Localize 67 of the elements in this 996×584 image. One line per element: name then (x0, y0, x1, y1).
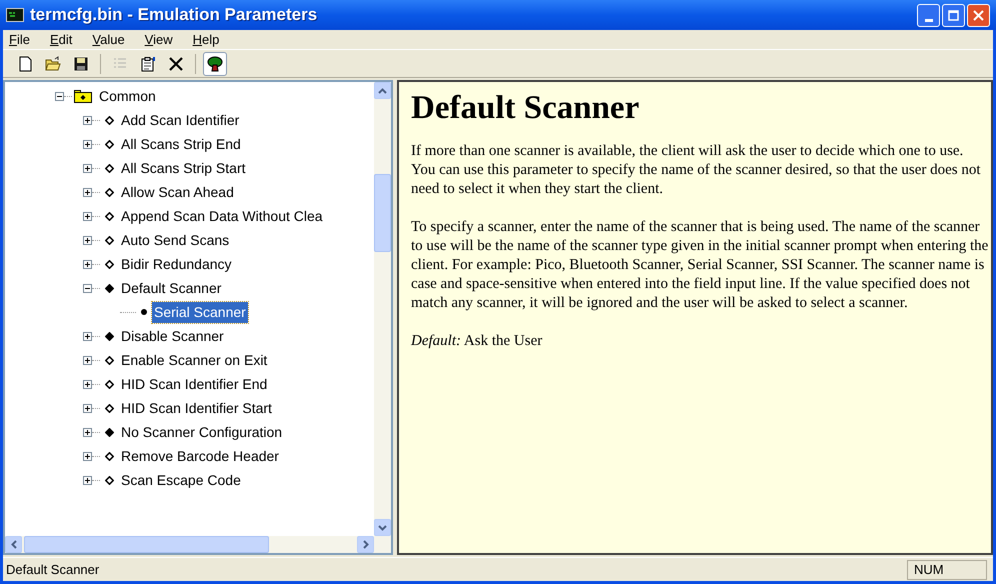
tree-item[interactable]: Bidir Redundancy (119, 254, 234, 274)
clipboard-icon (140, 56, 156, 72)
maximize-icon (948, 10, 959, 20)
expand-icon[interactable] (83, 140, 92, 148)
close-icon (973, 10, 984, 20)
terminal-icon (6, 8, 24, 22)
expand-icon[interactable] (83, 260, 92, 268)
scroll-down-button[interactable] (374, 519, 391, 536)
tree-button[interactable] (203, 52, 227, 76)
maximize-button[interactable] (942, 4, 965, 26)
tree-icon (207, 56, 223, 72)
close-icon (168, 56, 184, 72)
help-heading: Default Scanner (411, 89, 640, 128)
menu-item[interactable]: Value (89, 30, 128, 50)
tree-item[interactable]: Enable Scanner on Exit (119, 350, 270, 370)
document-icon (17, 56, 33, 72)
menu-item[interactable]: Help (190, 30, 222, 50)
expand-icon[interactable] (83, 236, 92, 244)
collapse-icon[interactable] (83, 284, 92, 292)
folder-icon (74, 90, 92, 102)
tree-item[interactable]: Disable Scanner (119, 326, 226, 346)
minimize-button[interactable] (917, 4, 940, 26)
collapse-icon[interactable] (55, 92, 64, 100)
tree-item[interactable]: Auto Send Scans (119, 230, 232, 250)
tree-item[interactable]: No Scanner Configuration (119, 422, 284, 442)
vertical-scrollbar[interactable] (374, 82, 391, 536)
tree-item[interactable]: Add Scan Identifier (119, 110, 242, 130)
tree-item[interactable]: Remove Barcode Header (119, 446, 281, 466)
expand-icon[interactable] (83, 188, 92, 196)
scroll-left-button[interactable] (5, 536, 22, 553)
expand-icon[interactable] (83, 452, 92, 460)
expand-icon[interactable] (83, 332, 92, 340)
scroll-right-button[interactable] (357, 536, 374, 553)
status-text: Default Scanner (5, 560, 100, 579)
menu-item[interactable]: View (142, 30, 176, 50)
expand-icon[interactable] (83, 428, 92, 436)
expand-icon[interactable] (83, 164, 92, 172)
minimize-icon (924, 18, 932, 22)
expand-icon[interactable] (83, 116, 92, 124)
tree-item[interactable]: Default Scanner (119, 278, 224, 298)
tree-item[interactable]: Common (97, 86, 158, 106)
expand-icon[interactable] (83, 380, 92, 388)
menu-item[interactable]: Edit (46, 30, 76, 50)
tree-item[interactable]: All Scans Strip End (119, 134, 243, 154)
help-paragraph: If more than one scanner is available, the client will ask the user to decide which one to use. You can use this parameter to specify the name of the scanner desired, so that the user does not need to select it when they start the client. (411, 142, 982, 199)
expand-icon[interactable] (83, 404, 92, 412)
scroll-thumb[interactable] (374, 174, 391, 252)
expand-icon[interactable] (83, 212, 92, 220)
help-paragraph: To specify a scanner, enter the name of the scanner that is being used. The name of the scanner to use will be the name of the scanner type given in the initial scanner prompt when entering the client. For example: Pico, Bluetooth Scanner, Serial Scanner, SSI Scanner. The scanner name is case and space-sensitive when entered into the field input line. If the value specified does not match any scanner, it will be ignored and the user will be asked to select a scanner. (411, 218, 989, 313)
bullet-icon (141, 309, 147, 315)
tree-item[interactable]: HID Scan Identifier Start (119, 398, 274, 418)
tree-item[interactable]: HID Scan Identifier End (119, 374, 270, 394)
folder-icon (45, 56, 61, 72)
tree-item[interactable]: All Scans Strip Start (119, 158, 248, 178)
horizontal-scrollbar[interactable] (5, 536, 374, 553)
tree-item[interactable]: Scan Escape Code (119, 470, 243, 490)
expand-icon[interactable] (83, 356, 92, 364)
scroll-thumb[interactable] (24, 536, 269, 553)
status-panel: NUM (907, 560, 987, 580)
help-paragraph: Default: Ask the User (411, 332, 544, 351)
menu-item[interactable]: File (6, 30, 33, 50)
window-title: termcfg.bin - Emulation Parameters (30, 4, 318, 26)
tree-item[interactable]: Allow Scan Ahead (119, 182, 236, 202)
expand-icon[interactable] (83, 476, 92, 484)
tree-item[interactable]: Append Scan Data Without Clea (119, 206, 325, 226)
scroll-up-button[interactable] (374, 82, 391, 99)
tree-item[interactable]: Serial Scanner (152, 302, 248, 322)
